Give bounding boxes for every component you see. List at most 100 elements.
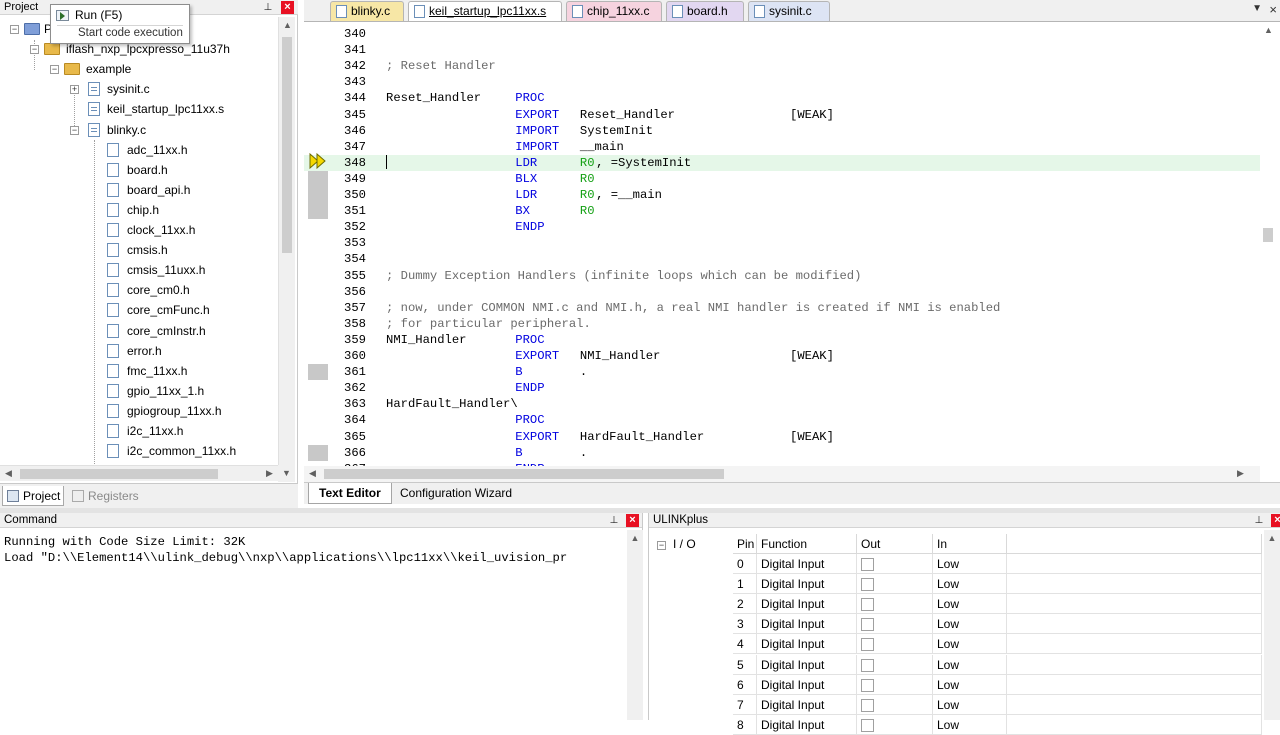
tree-item-header[interactable]: i2c_common_11xx.h bbox=[0, 441, 278, 461]
code-line[interactable]: 366 B. bbox=[304, 444, 1260, 461]
tree-item-header[interactable]: cmsis.h bbox=[0, 240, 278, 260]
function-cell[interactable]: Digital Input bbox=[757, 594, 857, 615]
code-line[interactable]: 356 bbox=[304, 284, 1260, 300]
tree-item-header[interactable]: chip.h bbox=[0, 200, 278, 220]
code-line[interactable]: 359 NMI_Handler PROC bbox=[304, 332, 1260, 348]
collapse-icon[interactable]: − bbox=[30, 45, 39, 55]
code-line[interactable]: 354 bbox=[304, 251, 1260, 267]
collapse-icon[interactable]: − bbox=[10, 25, 19, 34]
code-line[interactable]: 361 B. bbox=[304, 364, 1260, 381]
tree-item-group[interactable]: − example bbox=[0, 59, 278, 79]
code-line[interactable]: 343 bbox=[304, 74, 1260, 90]
function-cell[interactable]: Digital Input bbox=[757, 694, 857, 715]
current-code-line[interactable]: 348 LDR R0, =SystemInit bbox=[304, 154, 1260, 171]
code-line[interactable]: 357 ; now, under COMMON NMI.c and NMI.h, … bbox=[304, 300, 1260, 316]
pin-icon[interactable]: ⊥ bbox=[1253, 514, 1265, 527]
code-line[interactable]: 344 Reset_Handler PROC bbox=[304, 90, 1260, 106]
column-header-out[interactable]: Out bbox=[857, 534, 933, 554]
tree-item-header[interactable]: board_api.h bbox=[0, 180, 278, 200]
function-cell[interactable]: Digital Input bbox=[757, 714, 857, 735]
out-checkbox[interactable] bbox=[861, 618, 874, 632]
scroll-left-icon[interactable]: ◀ bbox=[304, 465, 321, 482]
function-cell[interactable]: Digital Input bbox=[757, 574, 857, 595]
function-cell[interactable]: Digital Input bbox=[757, 654, 857, 675]
breakpoint-gutter-mark[interactable] bbox=[308, 187, 328, 203]
code-line[interactable]: 364 PROC bbox=[304, 412, 1260, 428]
close-icon[interactable]: × bbox=[626, 514, 639, 527]
tree-item-header[interactable]: error.h bbox=[0, 341, 278, 361]
code-line[interactable]: 346 IMPORT SystemInit bbox=[304, 123, 1260, 139]
tree-vertical-scrollbar[interactable]: ▲ bbox=[278, 17, 295, 465]
out-checkbox[interactable] bbox=[861, 678, 874, 692]
collapse-icon[interactable]: − bbox=[50, 65, 59, 75]
scroll-thumb[interactable] bbox=[282, 37, 292, 253]
out-checkbox[interactable] bbox=[861, 638, 874, 652]
tab-registers[interactable]: Registers bbox=[68, 486, 144, 506]
code-line[interactable]: 353 bbox=[304, 235, 1260, 251]
code-line[interactable]: 352 ENDP bbox=[304, 219, 1260, 235]
scroll-thumb[interactable] bbox=[1263, 228, 1273, 242]
scroll-up-icon[interactable]: ▲ bbox=[627, 530, 643, 547]
column-header-in[interactable]: In bbox=[933, 534, 1007, 554]
editor-tab[interactable]: board.h bbox=[666, 1, 744, 21]
tab-project[interactable]: Project bbox=[2, 486, 64, 506]
tree-item-header[interactable]: core_cmFunc.h bbox=[0, 300, 278, 320]
code-line[interactable]: 341 bbox=[304, 42, 1260, 58]
tree-horizontal-scrollbar[interactable]: ◀ ▶ bbox=[0, 465, 278, 481]
out-checkbox[interactable] bbox=[861, 578, 874, 592]
column-header-function[interactable]: Function bbox=[757, 534, 857, 554]
tree-item-header[interactable]: core_cmInstr.h bbox=[0, 321, 278, 341]
scroll-up-icon[interactable]: ▲ bbox=[1260, 22, 1277, 39]
pin-icon[interactable]: ⊥ bbox=[608, 514, 620, 527]
out-checkbox[interactable] bbox=[861, 698, 874, 712]
scroll-thumb[interactable] bbox=[20, 469, 218, 479]
code-line[interactable]: 362 ENDP bbox=[304, 380, 1260, 396]
editor-tab[interactable]: blinky.c bbox=[330, 1, 404, 21]
scroll-right-icon[interactable]: ▶ bbox=[261, 465, 278, 482]
tree-item-header[interactable]: fmc_11xx.h bbox=[0, 361, 278, 381]
scroll-left-icon[interactable]: ◀ bbox=[0, 465, 17, 482]
scroll-up-icon[interactable]: ▲ bbox=[279, 17, 296, 34]
tree-item-header[interactable]: clock_11xx.h bbox=[0, 220, 278, 240]
tab-configuration-wizard[interactable]: Configuration Wizard bbox=[390, 483, 522, 504]
tree-item-header[interactable]: i2c_11xx.h bbox=[0, 421, 278, 441]
code-line[interactable]: 342 ; Reset Handler bbox=[304, 58, 1260, 74]
pin-icon[interactable]: ⊥ bbox=[262, 1, 274, 14]
editor-tab[interactable]: keil_startup_lpc11xx.s bbox=[408, 1, 562, 21]
editor-horizontal-scrollbar[interactable]: ◀ ▶ bbox=[304, 466, 1260, 482]
tree-item-file[interactable]: + sysinit.c bbox=[0, 79, 278, 99]
code-line[interactable]: 351 BX R0 bbox=[304, 203, 1260, 220]
code-line[interactable]: 358 ; for particular peripheral. bbox=[304, 316, 1260, 332]
tree-item-header[interactable]: gpiogroup_11xx.h bbox=[0, 401, 278, 421]
code-line[interactable]: 349 BLX R0 bbox=[304, 170, 1260, 187]
editor-vertical-scrollbar[interactable]: ▲ bbox=[1260, 22, 1278, 482]
editor-tab[interactable]: chip_11xx.c bbox=[566, 1, 662, 21]
out-checkbox[interactable] bbox=[861, 598, 874, 612]
expand-icon[interactable]: + bbox=[70, 85, 79, 95]
scroll-up-icon[interactable]: ▲ bbox=[1264, 530, 1280, 547]
code-line[interactable]: 340 bbox=[304, 26, 1260, 42]
column-header-pin[interactable]: Pin bbox=[733, 534, 757, 554]
tree-item-header[interactable]: adc_11xx.h bbox=[0, 140, 278, 160]
io-collapse-icon[interactable]: − bbox=[657, 541, 666, 550]
collapse-icon[interactable]: − bbox=[70, 125, 79, 135]
tree-item-header[interactable]: board.h bbox=[0, 160, 278, 180]
tab-text-editor[interactable]: Text Editor bbox=[308, 483, 392, 504]
close-tab-icon[interactable]: × bbox=[1269, 2, 1277, 17]
breakpoint-gutter-mark[interactable] bbox=[308, 203, 328, 220]
scroll-down-icon[interactable]: ▼ bbox=[278, 465, 295, 482]
out-checkbox[interactable] bbox=[861, 558, 874, 571]
scroll-thumb[interactable] bbox=[324, 469, 724, 479]
tree-item-header[interactable]: core_cm0.h bbox=[0, 280, 278, 300]
tree-item-header[interactable]: cmsis_11uxx.h bbox=[0, 260, 278, 280]
function-cell[interactable]: Digital Input bbox=[757, 674, 857, 695]
function-cell[interactable]: Digital Input bbox=[757, 554, 857, 574]
close-icon[interactable]: × bbox=[1271, 514, 1280, 527]
code-line[interactable]: 355 ; Dummy Exception Handlers (infinite … bbox=[304, 268, 1260, 284]
code-line[interactable]: 345 EXPORT Reset_Handler [WEAK] bbox=[304, 107, 1260, 123]
close-icon[interactable]: × bbox=[281, 1, 294, 14]
chevron-down-icon[interactable]: ▼ bbox=[1252, 3, 1262, 14]
code-line[interactable]: 363 HardFault_Handler\ bbox=[304, 396, 1260, 412]
ulinkplus-vertical-scrollbar[interactable]: ▲ bbox=[1264, 530, 1280, 720]
editor-tab[interactable]: sysinit.c bbox=[748, 1, 830, 21]
